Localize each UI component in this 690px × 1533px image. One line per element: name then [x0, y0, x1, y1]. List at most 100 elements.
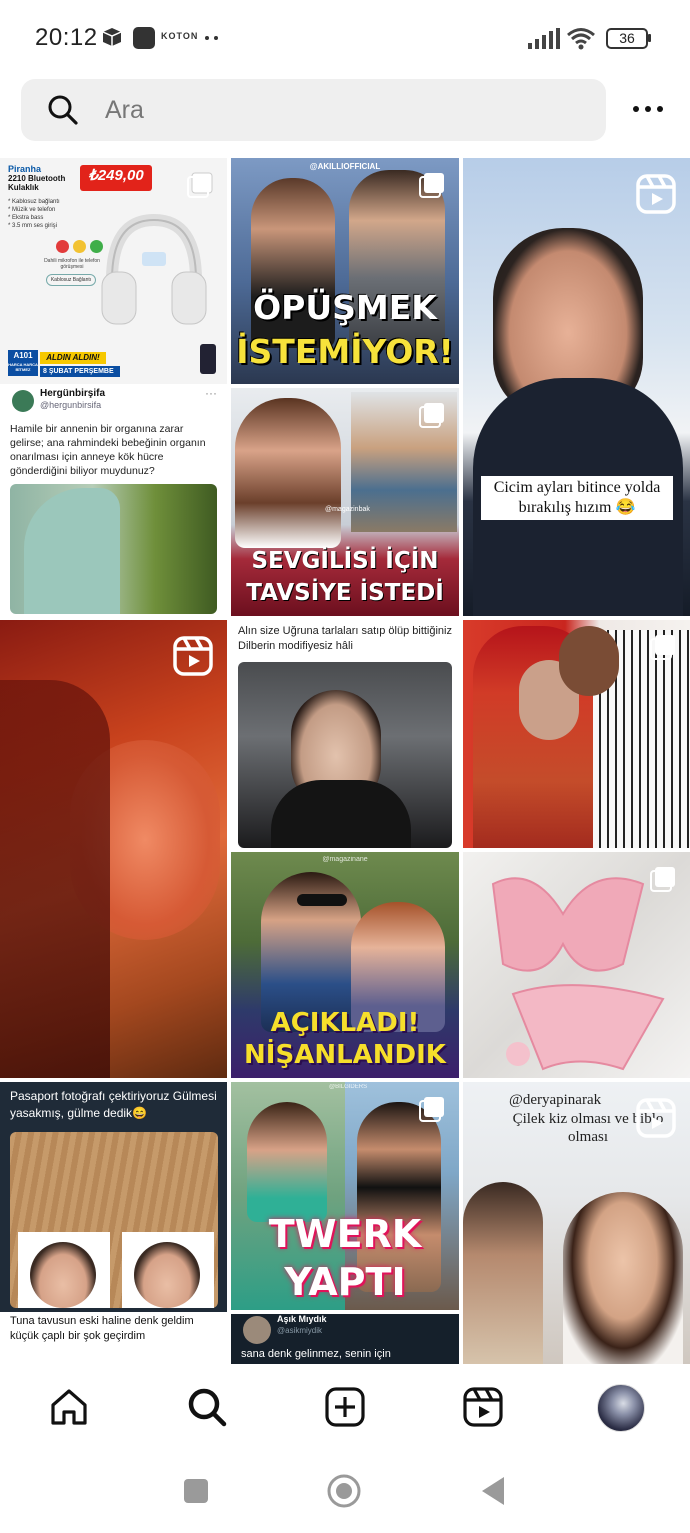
headline: TWERK [268, 1212, 422, 1256]
home-button[interactable] [326, 1473, 362, 1509]
grid-item-tweet-hamile[interactable]: Hergünbirşifa @hergunbirsifa ··· Hamile … [0, 388, 227, 616]
grid-item-couple[interactable] [463, 620, 690, 848]
battery-indicator: 36 [606, 28, 648, 49]
nav-home[interactable] [46, 1384, 92, 1430]
create-icon [325, 1387, 365, 1427]
post-text: Pasaport fotoğrafı çektiriyoruz Gülmesi … [10, 1089, 217, 1120]
headline: ÖPÜŞMEK [253, 288, 437, 327]
post-source: @BILGIDERS [329, 1084, 368, 1090]
ad-features: * Kablosuz bağlantı * Müzik ve telefon * E… [8, 199, 60, 229]
ad-brand: Piranha [8, 164, 42, 174]
grid-item-opusmek[interactable]: @AKILLIOFFICIAL ÖPÜŞMEK İSTEMİYOR! [231, 158, 459, 384]
headline-sub: TAVSİYE İSTEDİ [246, 580, 444, 606]
profile-avatar[interactable] [597, 1384, 645, 1432]
tweet-text: sana denk gelinmez, senin için [241, 1348, 391, 1360]
reel-caption: Cicim ayları bitince yolda bırakılış hız… [481, 476, 673, 520]
post-source: @magazinane [322, 856, 368, 863]
clock: 20:12 [35, 24, 98, 51]
face-image [559, 626, 619, 696]
headline: SEVGİLİSİ İÇİN [251, 548, 439, 574]
app-square-icon [133, 27, 155, 49]
carousel-icon [419, 1097, 444, 1122]
grid-item-nisanlandik[interactable]: @magazinane AÇIKLADI! NİŞANLANDIK [231, 852, 459, 1078]
tweet-account: Aşık Mıydık [277, 1314, 327, 1324]
explore-grid: Piranha 2210 Bluetooth Kulaklık ₺249,00 … [0, 158, 690, 1364]
post-subtext: Tuna tavusun eski haline denk geldim küç… [10, 1315, 194, 1342]
ad-product: 2210 Bluetooth Kulaklık [8, 174, 66, 192]
grid-item-sevgilisi[interactable]: @magazinbak SEVGİLİSİ İÇİN TAVSİYE İSTED… [231, 388, 459, 616]
person-image [235, 398, 341, 548]
back-button[interactable] [480, 1475, 506, 1507]
grid-item-tweet-asik[interactable]: Aşık Mıydık @asikmiydik sana denk gelinm… [231, 1314, 459, 1364]
phone-image [200, 344, 216, 374]
hair-image [0, 680, 110, 1078]
box-icon [102, 28, 122, 46]
grid-item-reel-red[interactable] [0, 620, 227, 1078]
more-notifications-icon [205, 36, 221, 41]
ad-date: 8 ŞUBAT PERŞEMBE [40, 366, 120, 377]
headline: AÇIKLADI! [270, 1008, 420, 1038]
belly-image [24, 488, 120, 614]
battery-tip [648, 34, 651, 42]
reels-icon [636, 174, 676, 214]
carousel-icon [419, 403, 444, 428]
avatar [243, 1316, 271, 1344]
home-icon [51, 1389, 87, 1425]
post-source: @magazinbak [325, 506, 370, 513]
grid-item-twerk[interactable]: @BILGIDERS TWERK YAPTI [231, 1082, 459, 1310]
carousel-icon [187, 172, 213, 198]
grid-item-headphones-ad[interactable]: Piranha 2210 Bluetooth Kulaklık ₺249,00 … [0, 158, 227, 384]
baby-face-image [134, 1242, 200, 1308]
person-image [463, 1182, 543, 1364]
search-input[interactable] [105, 89, 585, 131]
baby-face-image [30, 1242, 96, 1308]
headphones-image [101, 213, 207, 325]
reels-icon [636, 1098, 676, 1138]
tweet-handle: @asikmiydik [277, 1326, 323, 1335]
ad-price: ₺249,00 [80, 165, 152, 191]
reel-handle: @deryapinarak [509, 1092, 602, 1108]
grid-item-reel-derya[interactable]: @deryapinarak Çilek kiz olması ve biblo … [463, 1082, 690, 1364]
store-logo: A101 HARCA HARCA BİTMEZ [8, 350, 38, 376]
nav-reels[interactable] [460, 1384, 506, 1430]
bottom-nav [0, 1366, 690, 1454]
call-buttons-icon [56, 240, 104, 254]
person-image [247, 1102, 327, 1222]
post-source: @AKILLIOFFICIAL [309, 162, 381, 171]
grid-item-reel-snow[interactable]: Cicim ayları bitince yolda bırakılış hız… [463, 158, 690, 616]
carousel-icon [650, 867, 675, 892]
ad-banner: ALDIN ALDIN! [40, 352, 106, 364]
carrier-badge: KOTON [161, 31, 199, 41]
nav-search[interactable] [184, 1384, 230, 1430]
person-image [563, 1192, 683, 1364]
recents-button[interactable] [184, 1479, 208, 1503]
search-icon [188, 1388, 227, 1427]
post-text: Alın size Uğruna tarlaları satıp ölüp bi… [238, 625, 452, 652]
wifi-icon [567, 28, 595, 50]
jacket-image [271, 780, 411, 848]
tweet-handle: @hergunbirsifa [40, 400, 102, 410]
more-options-icon[interactable] [628, 96, 668, 122]
ad-mic-label: Dahili mikrofon ile telefon görüşmesi [44, 258, 100, 270]
sunglasses-image [297, 894, 347, 906]
grid-item-dilber[interactable]: Alın size Uğruna tarlaları satıp ölüp bi… [231, 620, 459, 848]
signal-icon [528, 28, 560, 49]
grid-item-pasaport[interactable]: Pasaport fotoğrafı çektiriyoruz Gülmesi … [0, 1082, 227, 1364]
carousel-icon [650, 635, 675, 660]
status-bar: 20:12 KOTON 36 [0, 0, 690, 78]
ad-wireless-label: Kablosuz Bağlantı [46, 274, 96, 286]
grid-item-pink-lingerie[interactable] [463, 852, 690, 1078]
carousel-icon [419, 173, 444, 198]
tweet-more-icon: ··· [205, 388, 217, 400]
headline-sub: NİŞANLANDIK [244, 1040, 446, 1070]
headline-sub: YAPTI [284, 1260, 406, 1304]
search-icon [48, 95, 78, 125]
system-nav [0, 1454, 690, 1533]
nav-create[interactable] [322, 1384, 368, 1430]
reels-icon [173, 636, 213, 676]
tweet-text: Hamile bir annenin bir organına zarar ge… [10, 423, 206, 477]
headline-sub: İSTEMİYOR! [236, 332, 454, 371]
avatar [12, 390, 34, 412]
search-bar[interactable] [21, 79, 606, 141]
reels-icon [463, 1387, 503, 1427]
